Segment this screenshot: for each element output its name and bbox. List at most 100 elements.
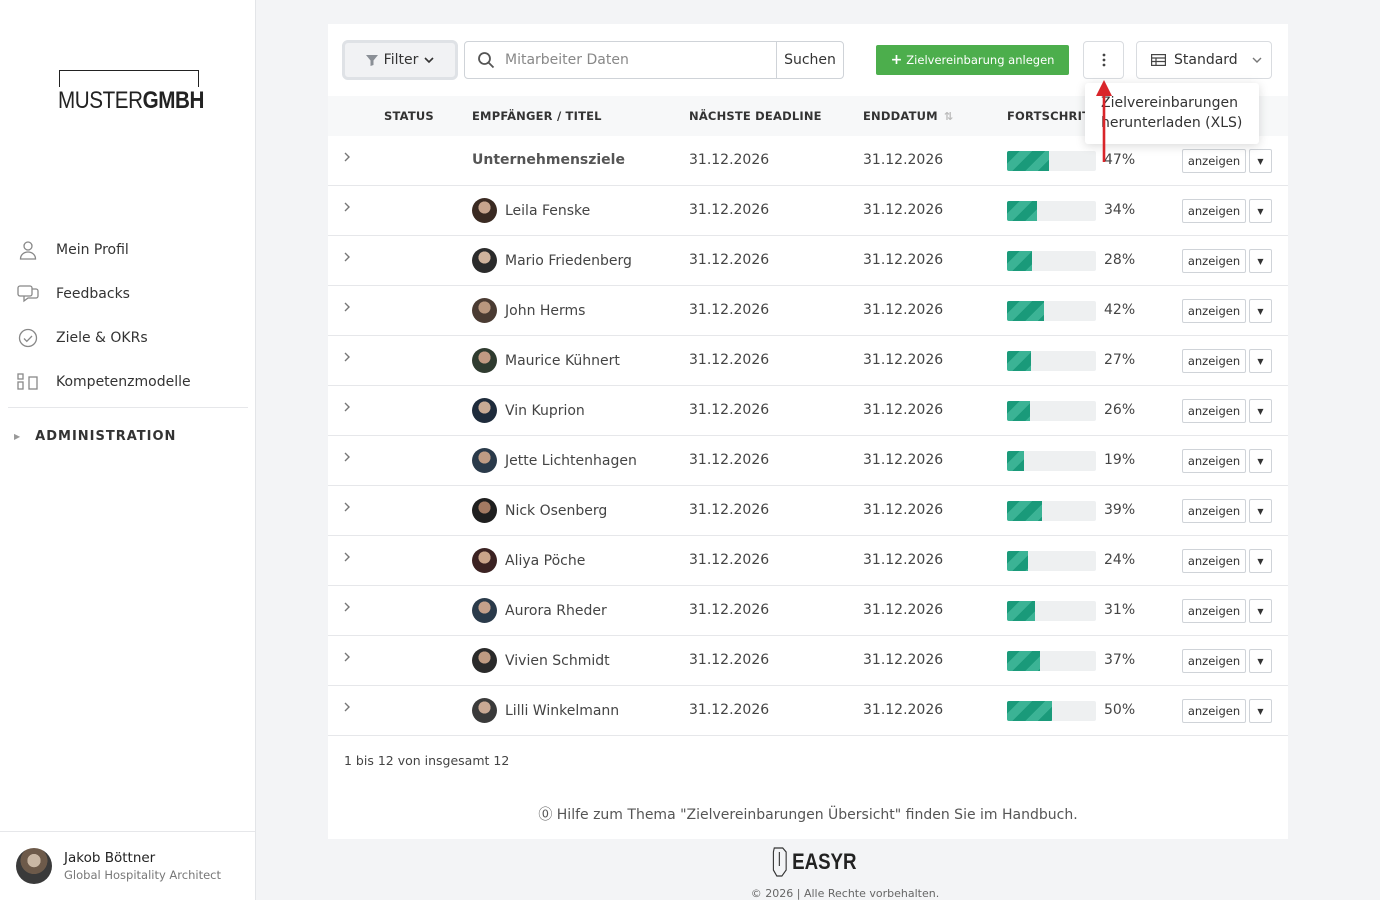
row-recipient[interactable]: John Herms — [472, 298, 585, 323]
show-button[interactable]: anzeigen — [1182, 349, 1246, 373]
search-input[interactable] — [505, 52, 765, 68]
caret-down-icon: ▼ — [1257, 556, 1264, 566]
row-actions-dropdown-button[interactable]: ▼ — [1249, 549, 1272, 573]
show-button[interactable]: anzeigen — [1182, 599, 1246, 623]
show-button[interactable]: anzeigen — [1182, 399, 1246, 423]
row-recipient[interactable]: Aliya Pöche — [472, 548, 585, 573]
row-actions-dropdown-button[interactable]: ▼ — [1249, 649, 1272, 673]
expand-row-icon[interactable] — [342, 700, 358, 720]
sidebar-item-administration[interactable]: ▶ ADMINISTRATION — [0, 408, 256, 464]
company-logo[interactable]: MUSTERGMBH — [58, 70, 208, 115]
row-recipient[interactable]: Mario Friedenberg — [472, 248, 632, 273]
expand-row-icon[interactable] — [342, 650, 358, 670]
row-recipient[interactable]: Leila Fenske — [472, 198, 590, 223]
row-recipient[interactable]: Nick Osenberg — [472, 498, 607, 523]
filter-button[interactable]: Filter — [342, 40, 458, 80]
more-options-button[interactable] — [1083, 41, 1124, 79]
sidebar-item-competencies[interactable]: Kompetenzmodelle — [0, 360, 256, 404]
row-recipient[interactable]: Aurora Rheder — [472, 598, 607, 623]
row-recipient[interactable]: Maurice Kühnert — [472, 348, 620, 373]
expand-row-icon[interactable] — [342, 400, 358, 420]
row-recipient[interactable]: Jette Lichtenhagen — [472, 448, 637, 473]
expand-row-icon[interactable] — [342, 250, 358, 270]
row-actions-dropdown-button[interactable]: ▼ — [1249, 699, 1272, 723]
table-row[interactable]: John Herms 31.12.2026 31.12.2026 42% anz… — [328, 286, 1288, 336]
expand-row-icon[interactable] — [342, 450, 358, 470]
view-select[interactable]: Standard — [1136, 41, 1272, 79]
table-row[interactable]: Vivien Schmidt 31.12.2026 31.12.2026 37%… — [328, 636, 1288, 686]
row-recipient[interactable]: Vin Kuprion — [472, 398, 585, 423]
expand-row-icon[interactable] — [342, 200, 358, 220]
row-actions-dropdown-button[interactable]: ▼ — [1249, 249, 1272, 273]
table-row[interactable]: Aurora Rheder 31.12.2026 31.12.2026 31% … — [328, 586, 1288, 636]
table-row[interactable]: Maurice Kühnert 31.12.2026 31.12.2026 27… — [328, 336, 1288, 386]
row-actions-dropdown-button[interactable]: ▼ — [1249, 349, 1272, 373]
filter-icon — [365, 55, 378, 66]
progress-bar — [1007, 551, 1096, 571]
table-row[interactable]: Mario Friedenberg 31.12.2026 31.12.2026 … — [328, 236, 1288, 286]
sidebar-item-profile[interactable]: Mein Profil — [0, 228, 256, 272]
row-deadline: 31.12.2026 — [689, 202, 770, 218]
row-actions-dropdown-button[interactable]: ▼ — [1249, 599, 1272, 623]
table-row[interactable]: Jette Lichtenhagen 31.12.2026 31.12.2026… — [328, 436, 1288, 486]
column-header-recipient[interactable]: EMPFÄNGER / TITEL — [472, 109, 602, 123]
show-button[interactable]: anzeigen — [1182, 249, 1246, 273]
expand-row-icon[interactable] — [342, 150, 358, 170]
add-goal-agreement-button[interactable]: + Zielvereinbarung anlegen — [876, 45, 1069, 75]
table-row[interactable]: Lilli Winkelmann 31.12.2026 31.12.2026 5… — [328, 686, 1288, 736]
search-button[interactable]: Suchen — [776, 41, 844, 79]
caret-down-icon: ▼ — [1257, 506, 1264, 516]
show-button[interactable]: anzeigen — [1182, 299, 1246, 323]
row-actions-dropdown-button[interactable]: ▼ — [1249, 499, 1272, 523]
show-button[interactable]: anzeigen — [1182, 149, 1246, 173]
progress-bar-fill — [1007, 551, 1029, 571]
show-button[interactable]: anzeigen — [1182, 449, 1246, 473]
progress-bar — [1007, 651, 1096, 671]
row-recipient-name: John Herms — [505, 302, 586, 319]
sidebar-item-label: Mein Profil — [56, 242, 129, 258]
progress-bar-fill — [1007, 501, 1042, 521]
expand-row-icon[interactable] — [342, 600, 358, 620]
help-text[interactable]: ⓪ Hilfe zum Thema "Zielvereinbarungen Üb… — [328, 804, 1288, 824]
expand-row-icon[interactable] — [342, 500, 358, 520]
row-actions-dropdown-button[interactable]: ▼ — [1249, 449, 1272, 473]
sidebar-item-goals[interactable]: Ziele & OKRs — [0, 316, 256, 360]
caret-down-icon: ▼ — [1257, 456, 1264, 466]
column-header-status[interactable]: STATUS — [384, 109, 434, 123]
expand-row-icon[interactable] — [342, 300, 358, 320]
caret-right-icon: ▶ — [14, 431, 22, 441]
column-header-enddate-label: ENDDATUM — [863, 109, 938, 123]
row-recipient[interactable]: Vivien Schmidt — [472, 648, 610, 673]
table-row[interactable]: Nick Osenberg 31.12.2026 31.12.2026 39% … — [328, 486, 1288, 536]
grid-icon — [17, 371, 39, 393]
row-actions-dropdown-button[interactable]: ▼ — [1249, 149, 1272, 173]
column-header-deadline[interactable]: NÄCHSTE DEADLINE — [689, 109, 822, 123]
show-button[interactable]: anzeigen — [1182, 699, 1246, 723]
row-recipient[interactable]: Lilli Winkelmann — [472, 698, 619, 723]
user-name: Jakob Böttner — [64, 850, 156, 866]
expand-row-icon[interactable] — [342, 550, 358, 570]
show-button[interactable]: anzeigen — [1182, 549, 1246, 573]
sidebar-item-feedbacks[interactable]: Feedbacks — [0, 272, 256, 316]
row-actions-dropdown-button[interactable]: ▼ — [1249, 199, 1272, 223]
row-actions-dropdown-button[interactable]: ▼ — [1249, 299, 1272, 323]
progress-bar-fill — [1007, 651, 1040, 671]
show-button[interactable]: anzeigen — [1182, 499, 1246, 523]
caret-down-icon: ▼ — [1257, 256, 1264, 266]
progress-bar — [1007, 151, 1096, 171]
row-actions-dropdown-button[interactable]: ▼ — [1249, 399, 1272, 423]
sidebar-item-label: Kompetenzmodelle — [56, 374, 191, 390]
row-title[interactable]: Unternehmensziele — [472, 152, 625, 168]
footer-logo-text: EASYR — [792, 849, 857, 874]
table-row[interactable]: Leila Fenske 31.12.2026 31.12.2026 34% a… — [328, 186, 1288, 236]
annotation-arrow-icon — [1096, 80, 1112, 162]
table-row[interactable]: Aliya Pöche 31.12.2026 31.12.2026 24% an… — [328, 536, 1288, 586]
show-button[interactable]: anzeigen — [1182, 199, 1246, 223]
table-row[interactable]: Vin Kuprion 31.12.2026 31.12.2026 26% an… — [328, 386, 1288, 436]
chat-icon — [17, 283, 39, 305]
column-header-enddate[interactable]: ENDDATUM ⇅ — [863, 109, 953, 123]
progress-bar-fill — [1007, 451, 1024, 471]
row-deadline: 31.12.2026 — [689, 502, 770, 518]
show-button[interactable]: anzeigen — [1182, 649, 1246, 673]
expand-row-icon[interactable] — [342, 350, 358, 370]
